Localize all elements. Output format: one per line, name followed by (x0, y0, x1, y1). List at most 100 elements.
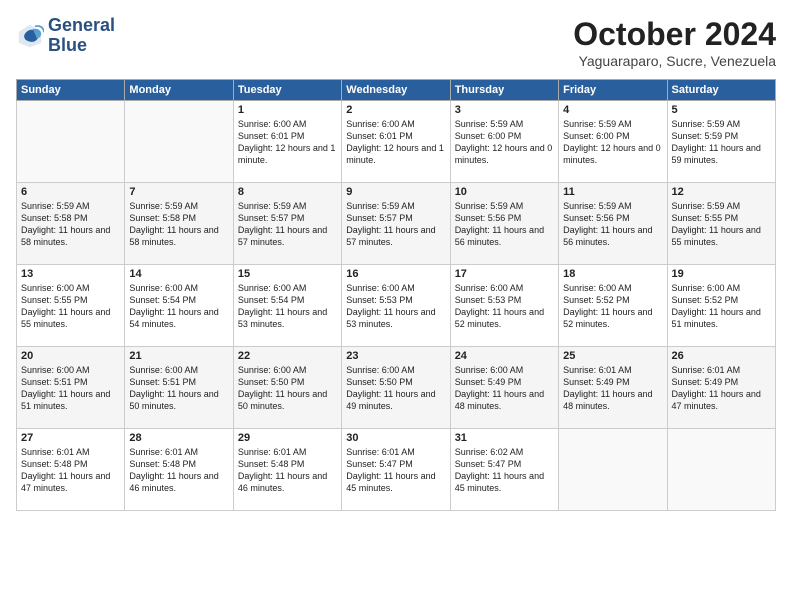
cell-info: Daylight: 12 hours and 1 minute. (346, 142, 445, 166)
logo: General Blue (16, 16, 115, 56)
cell-info: Sunset: 5:50 PM (346, 376, 445, 388)
cell-info: Daylight: 11 hours and 47 minutes. (21, 470, 120, 494)
cell-info: Daylight: 11 hours and 55 minutes. (672, 224, 771, 248)
cell-info: Daylight: 11 hours and 48 minutes. (455, 388, 554, 412)
cell-info: Sunset: 5:56 PM (455, 212, 554, 224)
cell-info: Sunset: 5:48 PM (129, 458, 228, 470)
calendar-cell: 13Sunrise: 6:00 AMSunset: 5:55 PMDayligh… (17, 265, 125, 347)
calendar-week-row: 13Sunrise: 6:00 AMSunset: 5:55 PMDayligh… (17, 265, 776, 347)
cell-info: Daylight: 11 hours and 47 minutes. (672, 388, 771, 412)
calendar-cell: 21Sunrise: 6:00 AMSunset: 5:51 PMDayligh… (125, 347, 233, 429)
cell-info: Sunrise: 6:01 AM (21, 446, 120, 458)
day-number: 25 (563, 350, 662, 362)
cell-info: Sunrise: 5:59 AM (672, 200, 771, 212)
cell-info: Daylight: 11 hours and 46 minutes. (129, 470, 228, 494)
title-block: October 2024 Yaguaraparo, Sucre, Venezue… (573, 16, 776, 69)
calendar-header: SundayMondayTuesdayWednesdayThursdayFrid… (17, 80, 776, 101)
calendar-cell: 14Sunrise: 6:00 AMSunset: 5:54 PMDayligh… (125, 265, 233, 347)
calendar-cell: 22Sunrise: 6:00 AMSunset: 5:50 PMDayligh… (233, 347, 341, 429)
calendar-cell: 9Sunrise: 5:59 AMSunset: 5:57 PMDaylight… (342, 183, 450, 265)
calendar-cell: 25Sunrise: 6:01 AMSunset: 5:49 PMDayligh… (559, 347, 667, 429)
calendar-cell: 6Sunrise: 5:59 AMSunset: 5:58 PMDaylight… (17, 183, 125, 265)
cell-info: Sunrise: 6:00 AM (346, 118, 445, 130)
calendar-cell: 10Sunrise: 5:59 AMSunset: 5:56 PMDayligh… (450, 183, 558, 265)
cell-info: Sunrise: 5:59 AM (455, 200, 554, 212)
cell-info: Sunset: 5:57 PM (238, 212, 337, 224)
cell-info: Daylight: 11 hours and 54 minutes. (129, 306, 228, 330)
calendar-cell: 5Sunrise: 5:59 AMSunset: 5:59 PMDaylight… (667, 101, 775, 183)
calendar-cell: 30Sunrise: 6:01 AMSunset: 5:47 PMDayligh… (342, 429, 450, 511)
cell-info: Sunset: 6:00 PM (455, 130, 554, 142)
day-number: 7 (129, 186, 228, 198)
day-number: 16 (346, 268, 445, 280)
day-number: 30 (346, 432, 445, 444)
cell-info: Sunrise: 5:59 AM (455, 118, 554, 130)
calendar-cell (559, 429, 667, 511)
cell-info: Sunrise: 6:01 AM (238, 446, 337, 458)
calendar-cell (125, 101, 233, 183)
day-number: 23 (346, 350, 445, 362)
cell-info: Daylight: 11 hours and 51 minutes. (21, 388, 120, 412)
cell-info: Daylight: 11 hours and 48 minutes. (563, 388, 662, 412)
cell-info: Sunset: 5:53 PM (346, 294, 445, 306)
cell-info: Sunrise: 5:59 AM (129, 200, 228, 212)
calendar-cell: 23Sunrise: 6:00 AMSunset: 5:50 PMDayligh… (342, 347, 450, 429)
cell-info: Sunrise: 6:00 AM (238, 364, 337, 376)
calendar-body: 1Sunrise: 6:00 AMSunset: 6:01 PMDaylight… (17, 101, 776, 511)
cell-info: Daylight: 11 hours and 53 minutes. (346, 306, 445, 330)
day-number: 31 (455, 432, 554, 444)
weekday-header: Monday (125, 80, 233, 101)
calendar-cell: 8Sunrise: 5:59 AMSunset: 5:57 PMDaylight… (233, 183, 341, 265)
cell-info: Sunset: 5:52 PM (563, 294, 662, 306)
calendar-cell: 18Sunrise: 6:00 AMSunset: 5:52 PMDayligh… (559, 265, 667, 347)
cell-info: Sunset: 5:50 PM (238, 376, 337, 388)
calendar-cell: 12Sunrise: 5:59 AMSunset: 5:55 PMDayligh… (667, 183, 775, 265)
day-number: 13 (21, 268, 120, 280)
cell-info: Sunrise: 6:00 AM (455, 282, 554, 294)
cell-info: Daylight: 11 hours and 56 minutes. (563, 224, 662, 248)
cell-info: Daylight: 11 hours and 59 minutes. (672, 142, 771, 166)
day-number: 27 (21, 432, 120, 444)
month-title: October 2024 (573, 16, 776, 53)
day-number: 20 (21, 350, 120, 362)
cell-info: Daylight: 11 hours and 58 minutes. (21, 224, 120, 248)
cell-info: Sunset: 5:52 PM (672, 294, 771, 306)
day-number: 6 (21, 186, 120, 198)
cell-info: Daylight: 11 hours and 45 minutes. (455, 470, 554, 494)
cell-info: Sunrise: 6:01 AM (346, 446, 445, 458)
header: General Blue October 2024 Yaguaraparo, S… (16, 16, 776, 69)
calendar-cell: 24Sunrise: 6:00 AMSunset: 5:49 PMDayligh… (450, 347, 558, 429)
cell-info: Sunrise: 6:02 AM (455, 446, 554, 458)
cell-info: Sunset: 5:59 PM (672, 130, 771, 142)
cell-info: Sunrise: 6:00 AM (346, 282, 445, 294)
cell-info: Daylight: 11 hours and 53 minutes. (238, 306, 337, 330)
day-number: 9 (346, 186, 445, 198)
calendar-cell: 29Sunrise: 6:01 AMSunset: 5:48 PMDayligh… (233, 429, 341, 511)
cell-info: Sunrise: 6:00 AM (672, 282, 771, 294)
day-number: 12 (672, 186, 771, 198)
calendar-cell: 17Sunrise: 6:00 AMSunset: 5:53 PMDayligh… (450, 265, 558, 347)
cell-info: Sunset: 5:54 PM (238, 294, 337, 306)
calendar-week-row: 6Sunrise: 5:59 AMSunset: 5:58 PMDaylight… (17, 183, 776, 265)
cell-info: Daylight: 11 hours and 49 minutes. (346, 388, 445, 412)
cell-info: Sunset: 5:56 PM (563, 212, 662, 224)
cell-info: Sunset: 5:47 PM (455, 458, 554, 470)
cell-info: Daylight: 11 hours and 55 minutes. (21, 306, 120, 330)
cell-info: Sunrise: 6:00 AM (21, 282, 120, 294)
calendar-cell: 7Sunrise: 5:59 AMSunset: 5:58 PMDaylight… (125, 183, 233, 265)
cell-info: Sunset: 5:51 PM (21, 376, 120, 388)
day-number: 22 (238, 350, 337, 362)
page: General Blue October 2024 Yaguaraparo, S… (0, 0, 792, 612)
day-number: 15 (238, 268, 337, 280)
logo-icon (16, 22, 44, 50)
cell-info: Sunrise: 6:00 AM (238, 118, 337, 130)
calendar-week-row: 27Sunrise: 6:01 AMSunset: 5:48 PMDayligh… (17, 429, 776, 511)
cell-info: Sunrise: 6:00 AM (455, 364, 554, 376)
cell-info: Sunrise: 6:01 AM (129, 446, 228, 458)
cell-info: Daylight: 11 hours and 56 minutes. (455, 224, 554, 248)
weekday-header: Friday (559, 80, 667, 101)
calendar-cell: 27Sunrise: 6:01 AMSunset: 5:48 PMDayligh… (17, 429, 125, 511)
location: Yaguaraparo, Sucre, Venezuela (573, 53, 776, 69)
weekday-header: Thursday (450, 80, 558, 101)
weekday-header: Saturday (667, 80, 775, 101)
